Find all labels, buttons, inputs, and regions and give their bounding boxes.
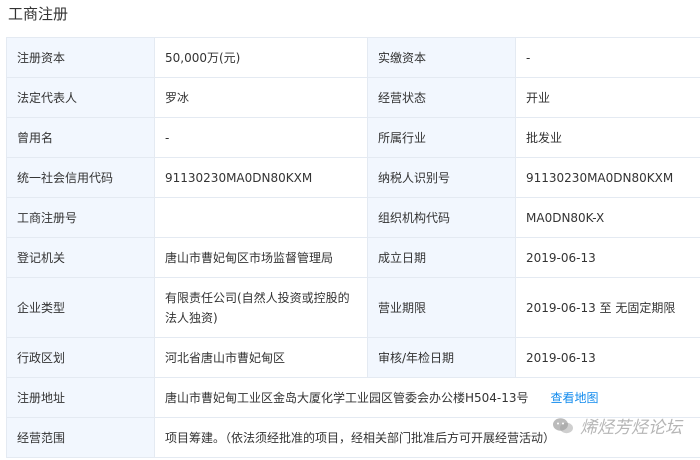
table-row: 企业类型 有限责任公司(自然人投资或控股的法人独资) 营业期限 2019-06-… [6,277,700,338]
industry-label: 所属行业 [367,117,516,158]
registered-capital-label: 注册资本 [6,37,155,78]
table-row: 注册资本 50,000万(元) 实缴资本 - [6,37,700,78]
former-name-value: - [154,117,368,158]
legal-representative-label: 法定代表人 [6,77,155,118]
watermark-text: 烯烃芳烃论坛 [580,418,682,438]
registered-address-value: 唐山市曹妃甸工业区金岛大厦化学工业园区管委会办公楼H504-13号 [165,391,529,405]
organization-code-value: MA0DN80K-X [515,197,700,238]
registration-number-label: 工商注册号 [6,197,155,238]
business-scope-label: 经营范围 [6,417,155,458]
table-row: 行政区划 河北省唐山市曹妃甸区 审核/年检日期 2019-06-13 [6,337,700,378]
organization-code-label: 组织机构代码 [367,197,516,238]
taxpayer-id-value: 91130230MA0DN80KXM [515,157,700,198]
credit-code-label: 统一社会信用代码 [6,157,155,198]
table-row: 登记机关 唐山市曹妃甸区市场监督管理局 成立日期 2019-06-13 [6,237,700,278]
business-term-value: 2019-06-13 至 无固定期限 [515,277,700,338]
paid-in-capital-label: 实缴资本 [367,37,516,78]
former-name-label: 曾用名 [6,117,155,158]
paid-in-capital-value: - [515,37,700,78]
annual-inspection-date-value: 2019-06-13 [515,337,700,378]
registration-authority-value: 唐山市曹妃甸区市场监督管理局 [154,237,368,278]
industry-value: 批发业 [515,117,700,158]
legal-representative-value: 罗冰 [154,77,368,118]
taxpayer-id-label: 纳税人识别号 [367,157,516,198]
business-term-label: 营业期限 [367,277,516,338]
established-date-label: 成立日期 [367,237,516,278]
wechat-icon [553,417,573,433]
registered-address-label: 注册地址 [6,377,155,418]
annual-inspection-date-label: 审核/年检日期 [367,337,516,378]
view-map-link[interactable]: 查看地图 [551,391,599,405]
table-row: 注册地址 唐山市曹妃甸工业区金岛大厦化学工业园区管委会办公楼H504-13号 查看… [6,377,700,418]
credit-code-value: 91130230MA0DN80KXM [154,157,368,198]
table-row: 统一社会信用代码 91130230MA0DN80KXM 纳税人识别号 91130… [6,157,700,198]
company-type-value: 有限责任公司(自然人投资或控股的法人独资) [154,277,368,338]
table-row: 法定代表人 罗冰 经营状态 开业 [6,77,700,118]
registration-number-value [154,197,368,238]
established-date-value: 2019-06-13 [515,237,700,278]
section-title: 工商注册 [8,5,69,23]
table-row: 工商注册号 组织机构代码 MA0DN80K-X [6,197,700,238]
registered-address-cell: 唐山市曹妃甸工业区金岛大厦化学工业园区管委会办公楼H504-13号 查看地图 [154,377,700,418]
company-type-label: 企业类型 [6,277,155,338]
watermark: 烯烃芳烃论坛 [552,413,682,438]
administrative-region-label: 行政区划 [6,337,155,378]
registered-capital-value: 50,000万(元) [154,37,368,78]
operating-status-value: 开业 [515,77,700,118]
table-row: 曾用名 - 所属行业 批发业 [6,117,700,158]
administrative-region-value: 河北省唐山市曹妃甸区 [154,337,368,378]
operating-status-label: 经营状态 [367,77,516,118]
business-registration-table: 注册资本 50,000万(元) 实缴资本 - 法定代表人 罗冰 经营状态 开业 … [6,37,700,458]
registration-authority-label: 登记机关 [6,237,155,278]
